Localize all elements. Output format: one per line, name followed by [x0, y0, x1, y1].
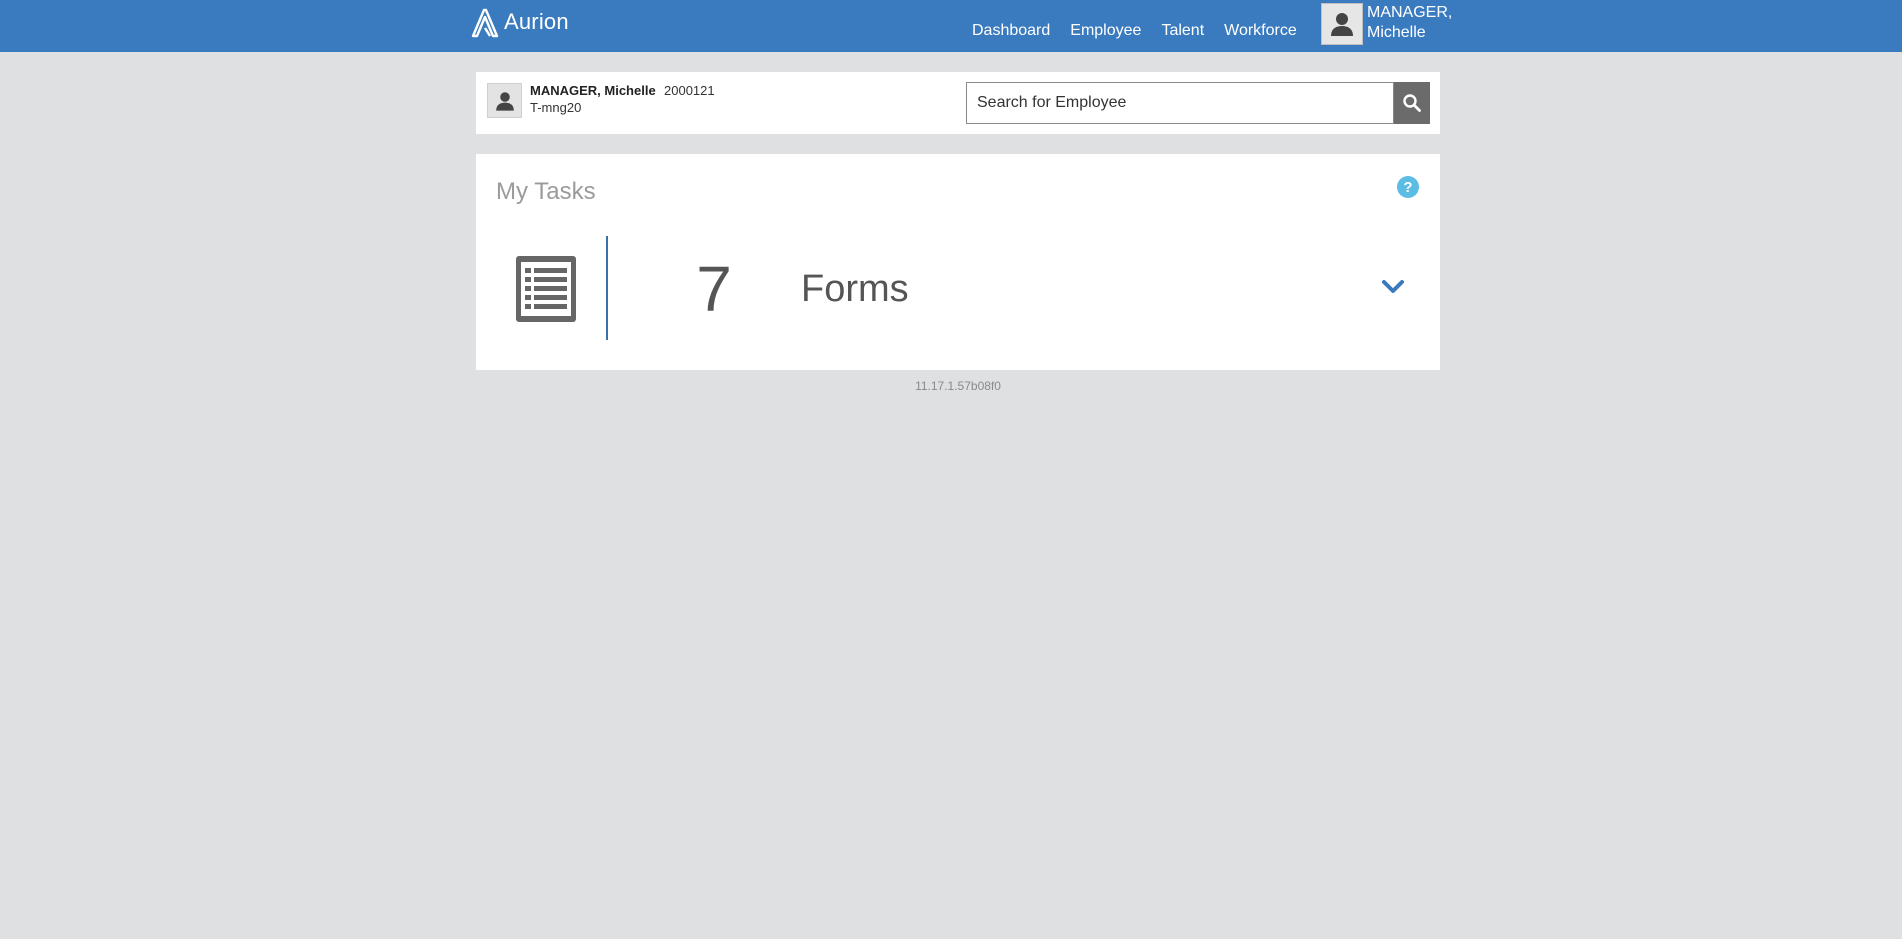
search-icon — [1403, 94, 1421, 112]
employee-header-card: MANAGER, Michelle 2000121 T-mng20 — [476, 72, 1440, 134]
nav-employee[interactable]: Employee — [1070, 22, 1141, 40]
employee-name: MANAGER, Michelle — [530, 83, 656, 98]
aurion-logo[interactable]: Aurion — [470, 5, 569, 39]
my-tasks-card: My Tasks ? 7 Forms — [476, 154, 1440, 370]
main-nav: Dashboard Employee Talent Workforce — [972, 22, 1317, 40]
user-menu[interactable]: MANAGER, Michelle — [1321, 3, 1452, 45]
nav-dashboard[interactable]: Dashboard — [972, 22, 1050, 40]
tasks-title: My Tasks — [496, 178, 596, 205]
search-input[interactable] — [966, 82, 1394, 124]
task-row-forms[interactable]: 7 Forms — [476, 236, 1440, 342]
chevron-down-icon[interactable] — [1382, 280, 1404, 299]
nav-workforce[interactable]: Workforce — [1224, 22, 1297, 40]
search-button[interactable] — [1394, 82, 1430, 124]
task-count: 7 — [696, 253, 732, 325]
list-document-icon — [516, 256, 576, 327]
user-name-line1: MANAGER, — [1367, 4, 1453, 21]
employee-number: 2000121 — [664, 83, 715, 98]
aurion-logo-icon — [471, 8, 499, 38]
user-name: MANAGER, Michelle — [1367, 3, 1452, 43]
nav-talent[interactable]: Talent — [1161, 22, 1204, 40]
task-divider — [606, 236, 608, 340]
user-name-line2: Michelle — [1367, 24, 1426, 41]
employee-search — [966, 82, 1430, 124]
user-avatar-icon — [1321, 3, 1363, 45]
employee-avatar-icon — [487, 83, 522, 118]
logo-text: Aurion — [504, 9, 569, 34]
version-label: 11.17.1.57b08f0 — [915, 379, 1001, 393]
task-label: Forms — [801, 268, 909, 310]
employee-username: T-mng20 — [530, 100, 582, 115]
top-bar: Aurion Dashboard Employee Talent Workfor… — [0, 0, 1902, 52]
help-icon[interactable]: ? — [1397, 176, 1419, 198]
